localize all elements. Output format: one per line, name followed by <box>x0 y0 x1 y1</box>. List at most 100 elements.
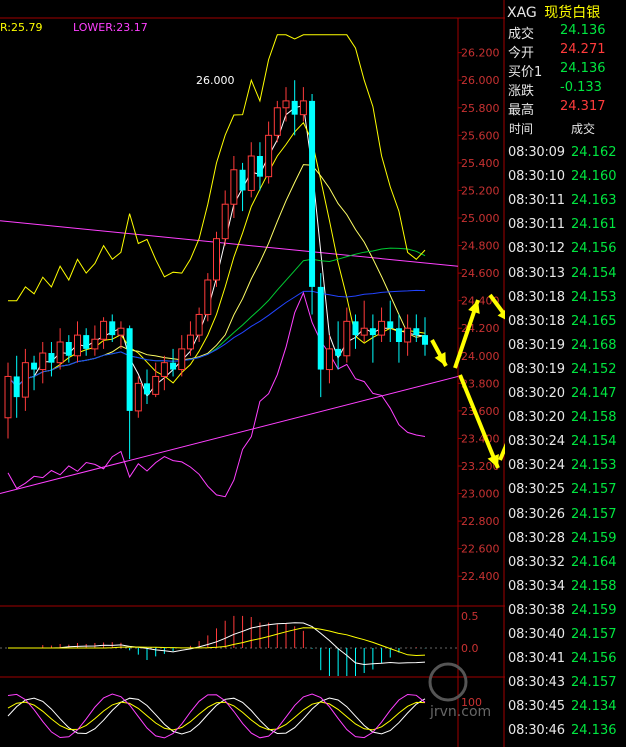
tick-price: 24.156 <box>571 241 617 257</box>
tick-row: 08:30:45 24.134 <box>508 699 624 723</box>
tick-price: 24.154 <box>571 265 617 281</box>
quote-row: 成交 24.136 <box>508 23 624 42</box>
tick-row: 08:30:09 24.162 <box>508 145 624 169</box>
candle-body <box>325 348 333 371</box>
candle-body <box>282 100 290 109</box>
candle-body <box>404 327 412 343</box>
kline-chart: 22.40022.60022.80023.00023.20023.40023.6… <box>0 0 505 747</box>
candle-body <box>31 362 38 370</box>
candle-body <box>352 321 359 336</box>
candle-body <box>378 320 386 336</box>
candle-body <box>195 313 203 336</box>
tick-row: 08:30:32 24.164 <box>508 555 624 579</box>
tick-row: 08:30:18 24.165 <box>508 314 624 338</box>
tick-time: 08:30:20 <box>508 386 565 401</box>
candle-body <box>13 376 20 398</box>
candle-body <box>422 335 428 345</box>
candle-body <box>109 321 116 336</box>
tick-price: 24.168 <box>571 337 617 353</box>
price-tick-label: 25.400 <box>461 157 500 170</box>
quote-row-value: 24.317 <box>560 99 606 114</box>
tick-time: 08:30:32 <box>508 554 565 570</box>
price-tick-label: 24.000 <box>461 350 500 363</box>
lower-band-label: LOWER:23.17 <box>73 21 148 34</box>
symbol-name: 现货白银 <box>544 5 601 21</box>
candle-body <box>152 375 160 395</box>
candle-body <box>221 203 229 240</box>
quote-panel: XAG 现货白银 成交 24.136 今开 24.271 买价1 24.136 涨跌 -0.1… <box>505 0 626 747</box>
ticks-header-price: 成交 <box>571 122 596 136</box>
quote-row-label: 今开 <box>508 46 535 61</box>
tick-time: 08:30:24 <box>508 434 565 450</box>
tick-time: 08:30:46 <box>508 723 565 739</box>
tick-row: 08:30:43 24.157 <box>508 675 624 699</box>
chart-stage: 22.400 22.600 22.800 23.000 23.200 23.400 23.6… <box>0 0 626 747</box>
tick-time: 08:30:09 <box>508 145 565 160</box>
tick-row: 08:30:11 24.161 <box>508 217 624 241</box>
ticks-header: 时间 成交 <box>505 116 626 142</box>
quote-row-value: -0.133 <box>560 80 602 95</box>
candle-body <box>247 155 255 191</box>
tick-price: 24.164 <box>571 554 617 570</box>
symbol-code: XAG <box>507 5 537 21</box>
quote-row-value: 24.271 <box>560 42 606 57</box>
quote-row: 买价1 24.136 <box>508 61 624 80</box>
tick-price: 24.159 <box>571 530 617 546</box>
candle-body <box>273 107 281 136</box>
quote-title: XAG 现货白银 <box>507 2 600 22</box>
tick-time: 08:30:38 <box>508 602 565 618</box>
candle-body <box>170 362 177 370</box>
tick-price: 24.163 <box>571 193 617 209</box>
macd-axis-label: 0.5 <box>461 610 479 623</box>
price-tick-label: 25.000 <box>461 212 500 225</box>
candle-body <box>83 335 90 349</box>
candle-body <box>48 353 55 363</box>
tick-price: 24.147 <box>571 386 617 401</box>
tick-price: 24.161 <box>571 217 617 233</box>
tick-time: 08:30:41 <box>508 651 565 667</box>
tick-row: 08:30:46 24.136 <box>508 723 624 747</box>
price-tick-label: 24.600 <box>461 267 500 280</box>
price-tick-label: 24.800 <box>461 240 500 253</box>
tick-row: 08:30:38 24.159 <box>508 603 624 627</box>
candle-body <box>117 327 125 336</box>
candle-body <box>387 321 394 329</box>
tick-price: 24.152 <box>571 361 617 377</box>
tick-row: 08:30:20 24.158 <box>508 410 624 434</box>
quote-row-label: 买价1 <box>508 65 543 80</box>
tick-row: 08:30:19 24.168 <box>508 338 624 362</box>
candle-body <box>360 327 368 336</box>
tick-price: 24.165 <box>571 313 617 329</box>
tick-row: 08:30:19 24.152 <box>508 362 624 386</box>
price-tick-label: 26.200 <box>461 47 500 60</box>
candle-body <box>186 334 194 350</box>
price-tick-label: 23.600 <box>461 405 500 418</box>
tick-row: 08:30:18 24.153 <box>508 290 624 314</box>
tick-row: 08:30:41 24.156 <box>508 651 624 675</box>
tick-price: 24.134 <box>571 699 617 715</box>
tick-row: 08:30:10 24.160 <box>508 169 624 193</box>
tick-row: 08:30:13 24.154 <box>508 266 624 290</box>
candle-body <box>39 352 47 371</box>
quote-row-value: 24.136 <box>560 61 606 76</box>
tick-price: 24.162 <box>571 145 617 160</box>
tick-row: 08:30:20 24.147 <box>508 386 624 410</box>
candle-body <box>291 100 298 115</box>
candle-body <box>343 320 351 357</box>
candle-body <box>230 169 238 205</box>
tick-time: 08:30:45 <box>508 699 565 715</box>
tick-price: 24.154 <box>571 434 617 450</box>
quote-row: 今开 24.271 <box>508 42 624 61</box>
tick-price: 24.158 <box>571 410 617 426</box>
price-tick-label: 25.800 <box>461 102 500 115</box>
candle-body <box>56 341 64 364</box>
candle-body <box>395 328 402 342</box>
candle-body <box>134 382 142 412</box>
candle-body <box>265 134 273 178</box>
tick-row: 08:30:28 24.159 <box>508 531 624 555</box>
tick-time: 08:30:11 <box>508 217 565 233</box>
tick-price: 24.136 <box>571 723 617 739</box>
tick-time: 08:30:13 <box>508 265 565 281</box>
quote-row-label: 成交 <box>508 27 535 42</box>
tick-row: 08:30:11 24.163 <box>508 193 624 217</box>
